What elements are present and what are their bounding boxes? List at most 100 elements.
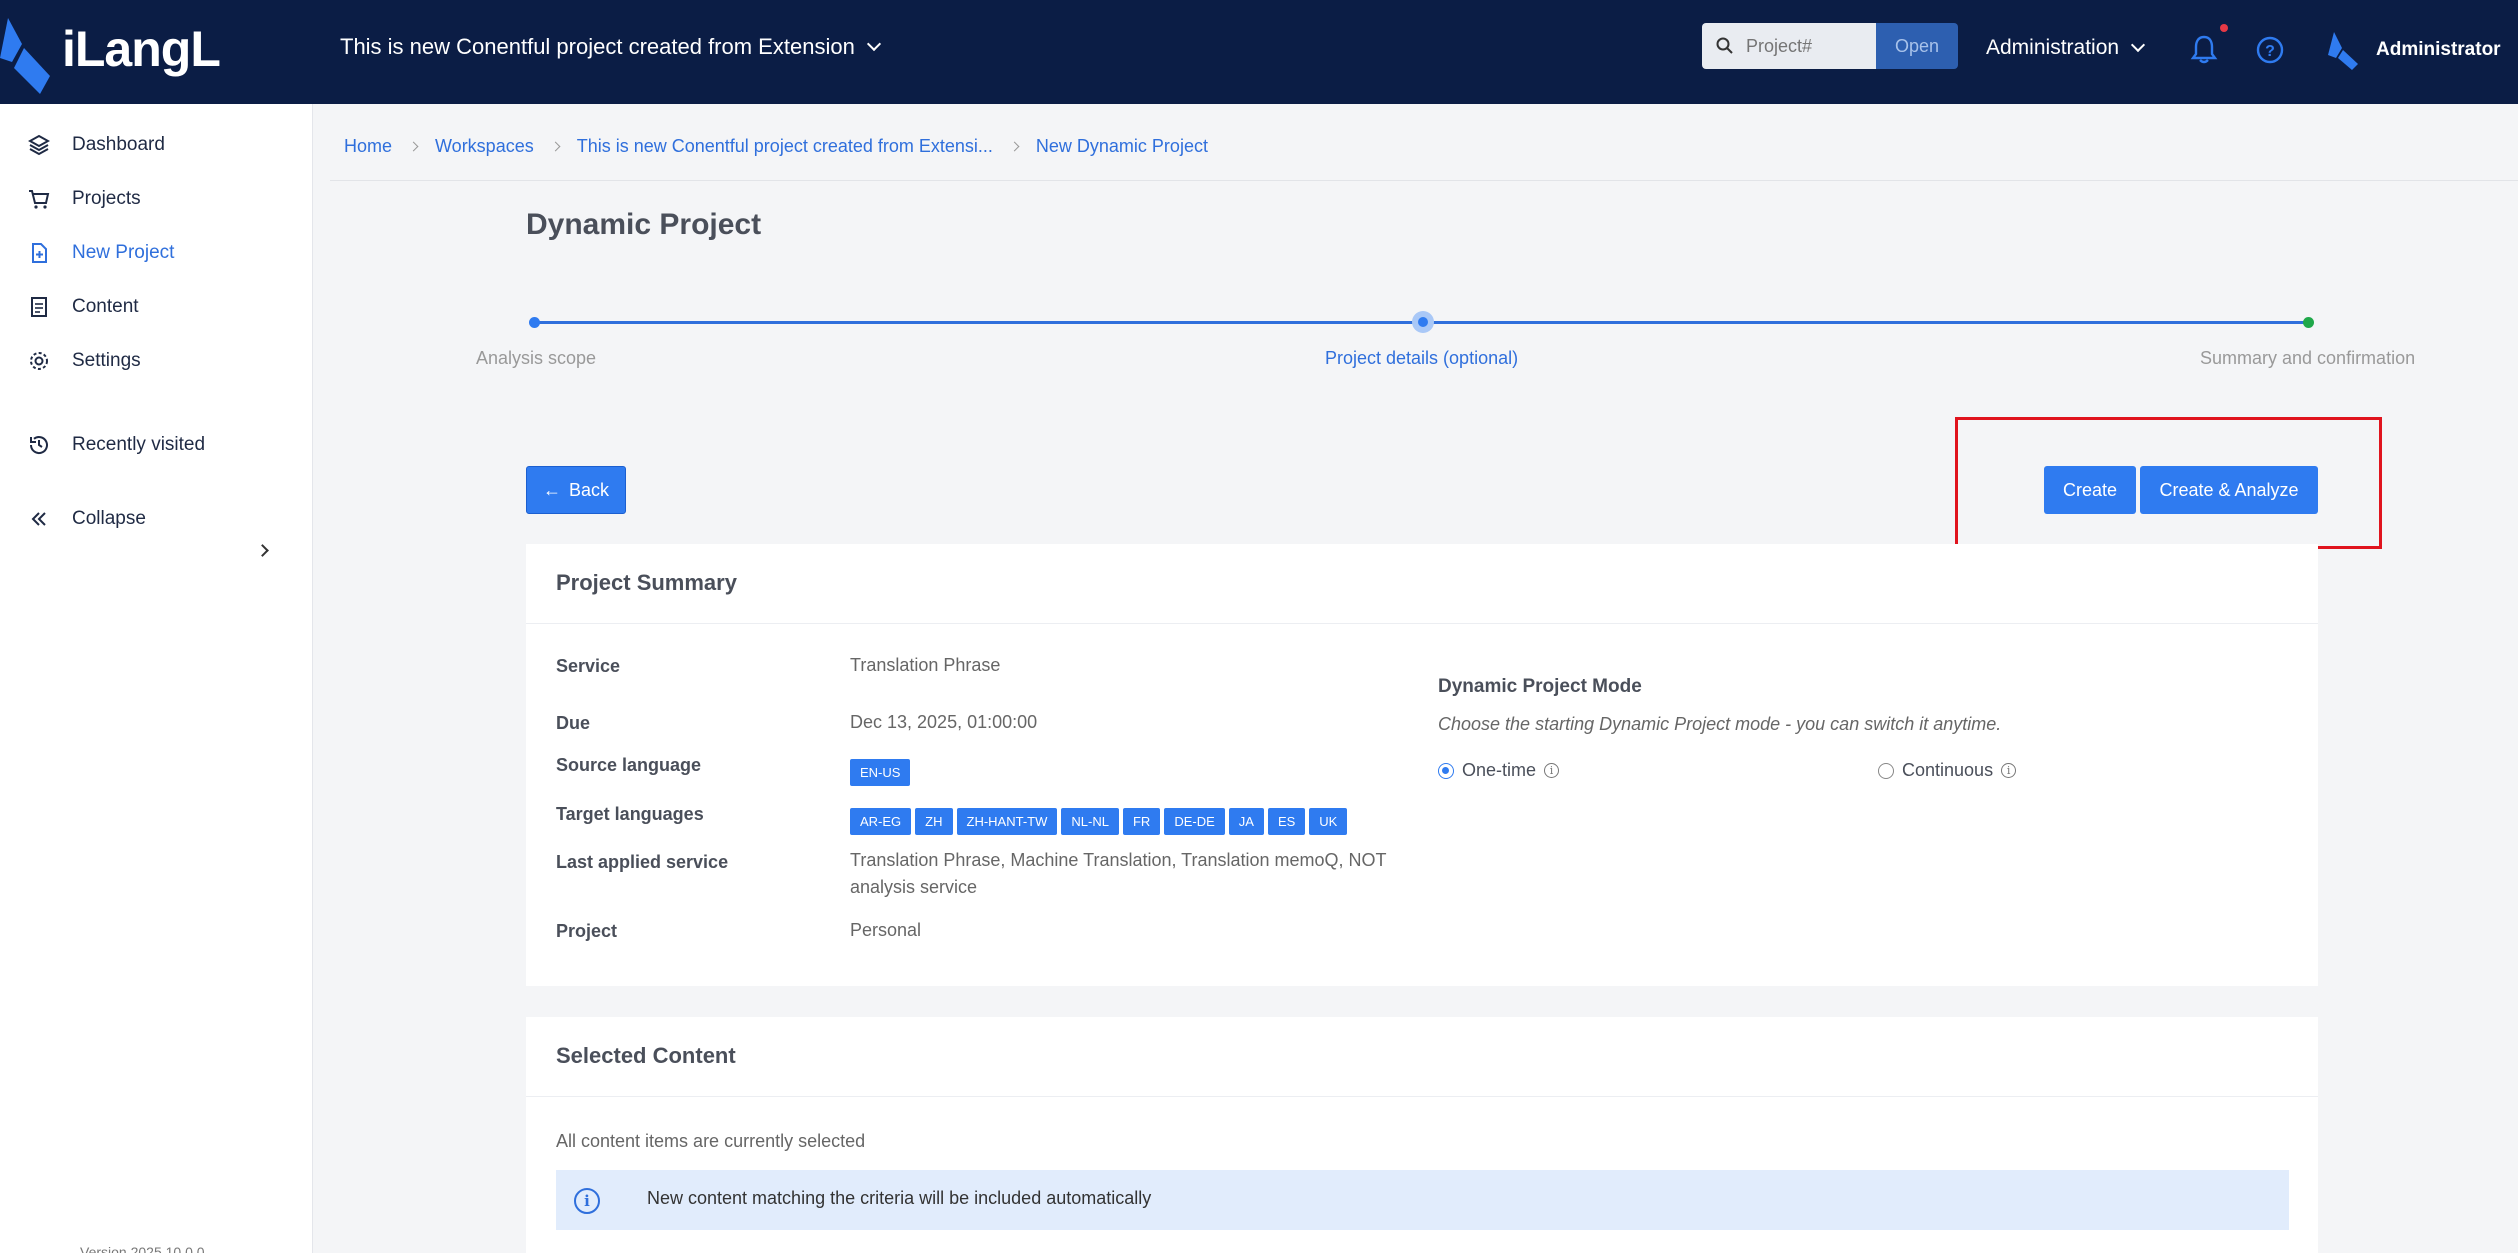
layers-icon — [28, 134, 50, 156]
sidebar-item-projects[interactable]: Projects — [28, 188, 141, 210]
radio-unselected-icon — [1878, 762, 1894, 779]
info-banner-text: New content matching the criteria will b… — [647, 1188, 1152, 1208]
radio-selected-icon — [1438, 762, 1454, 779]
card-divider — [526, 1096, 2318, 1097]
breadcrumb-current[interactable]: New Dynamic Project — [1036, 136, 1208, 157]
info-icon[interactable]: i — [2001, 763, 2017, 778]
project-search[interactable] — [1702, 23, 1876, 69]
sidebar-item-label: Recently visited — [72, 434, 206, 455]
search-icon — [1716, 37, 1733, 54]
language-tag: ES — [1267, 808, 1306, 835]
new-file-icon — [32, 243, 47, 263]
due-value: Dec 13, 2025, 01:00:00 — [850, 712, 1038, 732]
sidebar-item-new-project[interactable]: New Project — [28, 242, 174, 264]
language-tag: UK — [1309, 808, 1348, 835]
step-dot-analysis-scope[interactable] — [529, 317, 540, 328]
service-value: Translation Phrase — [850, 655, 1001, 675]
sidebar: Dashboard Projects New Project Content S… — [0, 104, 313, 1253]
dynamic-mode-title: Dynamic Project Mode — [1438, 676, 1642, 697]
chevron-down-icon — [2130, 37, 2146, 53]
dynamic-mode-description: Choose the starting Dynamic Project mode… — [1438, 714, 2002, 734]
sidebar-item-content[interactable]: Content — [28, 296, 139, 318]
breadcrumb-home[interactable]: Home — [344, 136, 392, 157]
language-tag: DE-DE — [1164, 808, 1225, 835]
chevron-right-icon — [256, 544, 269, 557]
administration-menu[interactable]: Administration — [1986, 36, 2146, 60]
radio-label: One-time — [1462, 760, 1537, 780]
selected-content-title: Selected Content — [556, 1043, 736, 1068]
back-button[interactable]: ← Back — [526, 466, 626, 514]
breadcrumb-separator-icon — [408, 141, 419, 152]
breadcrumb-workspaces[interactable]: Workspaces — [435, 136, 534, 157]
user-name: Administrator — [2376, 39, 2501, 60]
info-icon[interactable]: i — [1544, 763, 1560, 778]
logo-text: iLangL — [62, 21, 221, 77]
breadcrumb-divider — [330, 180, 2518, 181]
project-selector[interactable]: This is new Conentful project created fr… — [340, 34, 881, 60]
open-button[interactable]: Open — [1876, 23, 1958, 69]
source-language-tags: EN-US — [850, 759, 914, 786]
breadcrumb-separator-icon — [550, 141, 561, 152]
target-languages-label: Target languages — [556, 804, 704, 824]
mode-one-time-radio[interactable]: One-time i — [1438, 760, 1560, 781]
back-label: Back — [568, 479, 610, 500]
page-title: Dynamic Project — [526, 208, 762, 241]
step-label-analysis-scope: Analysis scope — [476, 348, 597, 368]
gear-icon — [30, 352, 48, 370]
arrow-left-icon: ← — [542, 479, 561, 500]
create-button[interactable]: Create — [2044, 466, 2136, 514]
project-title: This is new Conentful project created fr… — [340, 34, 855, 59]
sidebar-item-label: Settings — [72, 350, 141, 371]
breadcrumb-separator-icon — [1009, 141, 1020, 152]
target-language-tags: AR-EG ZH ZH-HANT-TW NL-NL FR DE-DE JA ES… — [850, 808, 1351, 835]
project-value: Personal — [850, 920, 922, 940]
info-banner: i New content matching the criteria will… — [556, 1170, 2289, 1230]
sidebar-item-label: Collapse — [72, 508, 146, 529]
document-icon — [31, 297, 47, 317]
due-label: Due — [556, 713, 591, 733]
mode-continuous-radio[interactable]: Continuous i — [1878, 760, 2017, 781]
radio-label: Continuous — [1902, 760, 1994, 780]
last-applied-service-label: Last applied service — [556, 852, 729, 872]
project-summary-card: Project Summary Service Translation Phra… — [526, 544, 2318, 986]
project-number-input[interactable] — [1746, 35, 1856, 57]
step-dot-summary[interactable] — [2303, 317, 2314, 328]
sidebar-item-label: Dashboard — [72, 134, 165, 155]
cart-icon — [29, 190, 50, 209]
history-icon — [29, 436, 48, 454]
service-label: Service — [556, 656, 621, 676]
version-label: Version 2025.10.0.0 — [80, 1244, 205, 1253]
breadcrumb-project[interactable]: This is new Conentful project created fr… — [577, 136, 993, 157]
last-applied-service-value: Translation Phrase, Machine Translation,… — [850, 850, 1387, 897]
sidebar-collapse[interactable]: Collapse — [28, 508, 146, 530]
language-tag: EN-US — [850, 759, 911, 786]
language-tag: ZH — [915, 808, 953, 835]
selection-status: All content items are currently selected — [556, 1131, 866, 1151]
sidebar-item-label: Projects — [72, 188, 141, 209]
sidebar-item-recently-visited[interactable]: Recently visited — [28, 434, 205, 456]
logo-mark-icon — [0, 18, 50, 94]
sidebar-item-settings[interactable]: Settings — [28, 350, 141, 372]
step-label-project-details: Project details (optional) — [1325, 348, 1519, 368]
help-icon[interactable]: ? — [2256, 36, 2284, 64]
logo[interactable]: iLangL — [0, 0, 260, 104]
project-summary-title: Project Summary — [556, 570, 737, 595]
language-tag: ZH-HANT-TW — [956, 808, 1058, 835]
language-tag: FR — [1122, 808, 1161, 835]
sidebar-item-label: Content — [72, 296, 139, 317]
sidebar-item-dashboard[interactable]: Dashboard — [28, 134, 165, 156]
language-tag: JA — [1228, 808, 1264, 835]
top-bar: iLangL This is new Conentful project cre… — [0, 0, 2518, 104]
bell-icon[interactable] — [2190, 34, 2218, 64]
sidebar-item-label: New Project — [72, 242, 175, 263]
chevron-down-icon — [866, 36, 881, 52]
breadcrumb: Home Workspaces This is new Conentful pr… — [344, 136, 1208, 157]
create-and-analyze-button[interactable]: Create & Analyze — [2140, 466, 2318, 514]
double-chevron-left-icon — [31, 512, 46, 526]
user-menu[interactable]: Administrator — [2328, 30, 2501, 70]
card-divider — [526, 623, 2318, 624]
language-tag: NL-NL — [1061, 808, 1119, 835]
source-language-label: Source language — [556, 755, 702, 775]
step-label-summary: Summary and confirmation — [2200, 348, 2416, 368]
info-circle-icon: i — [574, 1188, 600, 1214]
